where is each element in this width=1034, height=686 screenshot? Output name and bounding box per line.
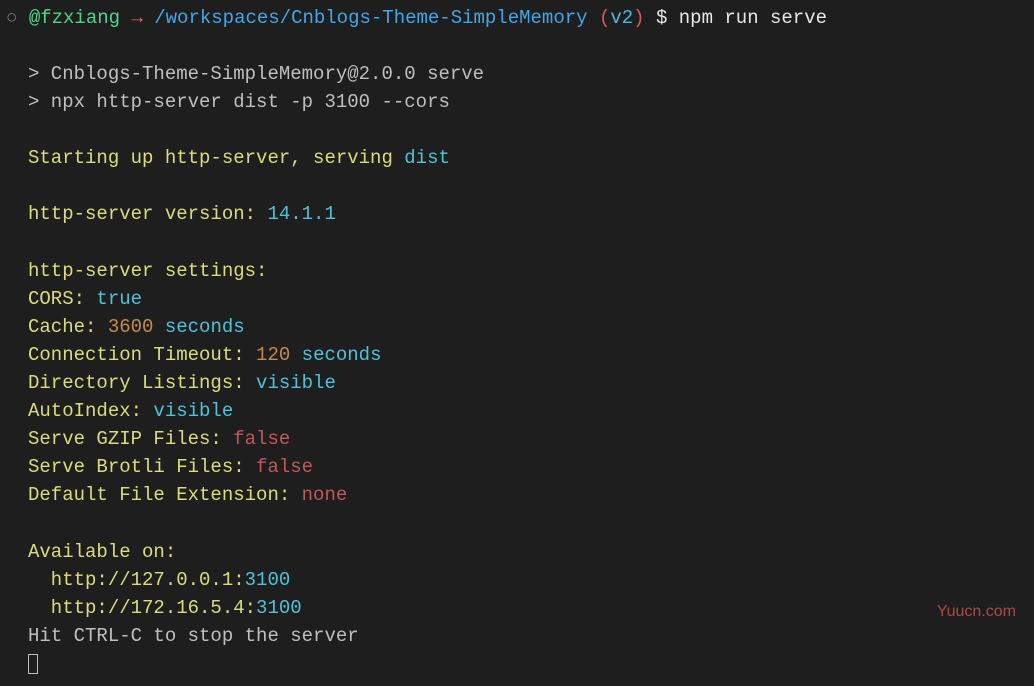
autoindex-line: AutoIndex: visible [6,397,1028,425]
url-line: http://127.0.0.1:3100 [6,566,1028,594]
prompt-user: @fzxiang [29,7,120,29]
dollar-sign: $ [656,7,667,29]
available-header: Available on: [6,538,1028,566]
brotli-line: Serve Brotli Files: false [6,453,1028,481]
starting-line: Starting up http-server, serving dist [6,144,1028,172]
script-line: > npx http-server dist -p 3100 --cors [6,88,1028,116]
status-circle-icon: ○ [6,7,17,29]
prompt-line: ○ @fzxiang → /workspaces/Cnblogs-Theme-S… [6,4,1028,32]
command-text: npm run serve [679,7,827,29]
stop-hint: Hit CTRL-C to stop the server [6,622,1028,650]
version-line: http-server version: 14.1.1 [6,200,1028,228]
cors-line: CORS: true [6,285,1028,313]
prompt-arrow-icon: → [131,7,142,29]
settings-header: http-server settings: [6,257,1028,285]
cache-line: Cache: 3600 seconds [6,313,1028,341]
script-line: > Cnblogs-Theme-SimpleMemory@2.0.0 serve [6,60,1028,88]
watermark: Yuucn.com [937,600,1016,624]
terminal-output[interactable]: ○ @fzxiang → /workspaces/Cnblogs-Theme-S… [0,0,1034,686]
url-line: http://172.16.5.4:3100 [6,594,1028,622]
cursor-icon [28,654,38,674]
dir-listing-line: Directory Listings: visible [6,369,1028,397]
paren-close: ) [633,7,644,29]
prompt-path: /workspaces/Cnblogs-Theme-SimpleMemory [154,7,587,29]
paren-open: ( [599,7,610,29]
default-ext-line: Default File Extension: none [6,481,1028,509]
branch-name: v2 [610,7,633,29]
gzip-line: Serve GZIP Files: false [6,425,1028,453]
timeout-line: Connection Timeout: 120 seconds [6,341,1028,369]
